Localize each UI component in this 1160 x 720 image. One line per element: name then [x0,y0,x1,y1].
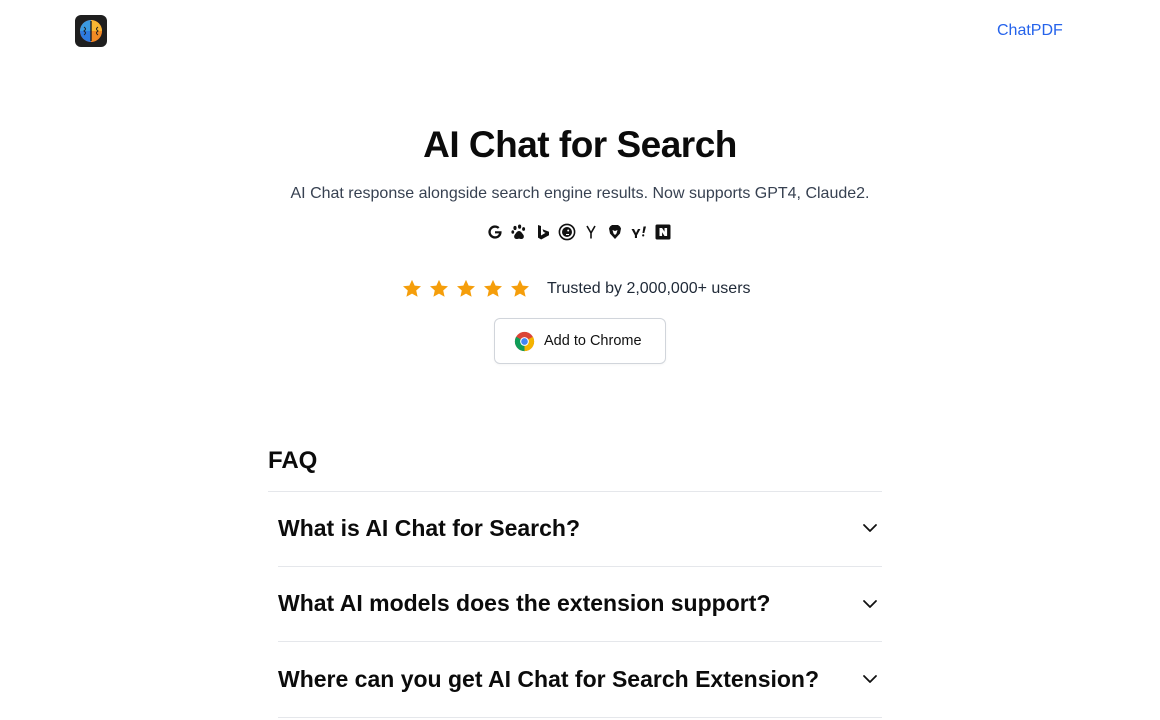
star-icon [511,279,529,297]
naver-icon[interactable] [654,223,672,241]
faq-title: FAQ [268,447,318,474]
page: ChatPDF AI Chat for Search AI Chat respo… [0,0,1160,720]
faq-item[interactable]: What AI models does the extension suppor… [278,567,882,642]
brain-logo-icon[interactable] [75,15,107,47]
chevron-down-icon[interactable] [860,669,880,689]
faq-list: What is AI Chat for Search? What AI mode… [278,491,882,718]
search-engine-icons [486,222,672,242]
add-to-chrome-label: Add to Chrome [544,333,642,349]
bing-icon[interactable] [534,223,552,241]
google-icon[interactable] [486,223,504,241]
star-icon [484,279,502,297]
brave-icon[interactable] [606,223,624,241]
star-icon [403,279,421,297]
trusted-text: Trusted by 2,000,000+ users [547,280,751,297]
hero-subtitle: AI Chat response alongside search engine… [290,185,870,202]
add-to-chrome-button[interactable]: Add to Chrome [494,318,666,364]
rating: Trusted by 2,000,000+ users [401,277,751,301]
page-title: AI Chat for Search [423,124,737,165]
faq-question: What is AI Chat for Search? [278,514,581,541]
yahoo-icon[interactable] [630,223,648,241]
star-icon [457,279,475,297]
chevron-down-icon[interactable] [860,594,880,614]
chevron-down-icon[interactable] [860,518,880,538]
baidu-icon[interactable] [510,223,528,241]
faq-question: What AI models does the extension suppor… [278,590,771,617]
duckduckgo-icon[interactable] [558,223,576,241]
faq-item[interactable]: What is AI Chat for Search? [278,491,882,567]
chrome-icon [514,331,535,351]
yandex-icon[interactable] [582,223,600,241]
faq-item[interactable]: Where can you get AI Chat for Search Ext… [278,642,882,718]
faq-question: Where can you get AI Chat for Search Ext… [278,665,820,692]
chatpdf-link[interactable]: ChatPDF [997,22,1063,40]
star-icon [430,279,448,297]
